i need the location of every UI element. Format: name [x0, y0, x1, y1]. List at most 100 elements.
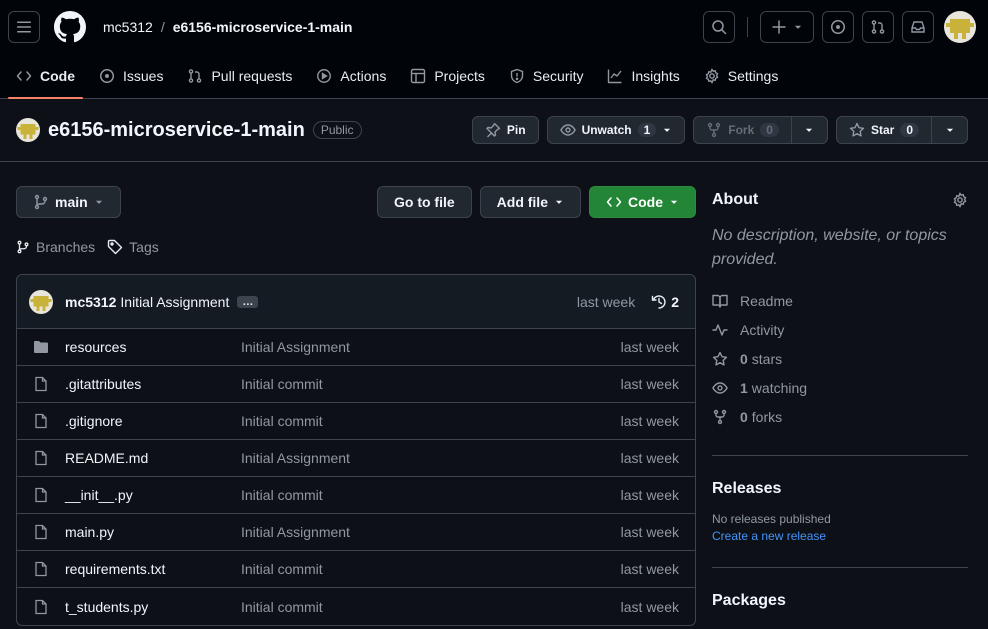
star-label: Star	[870, 123, 895, 137]
about-header: About	[712, 186, 968, 214]
add-file-button[interactable]: Add file	[479, 186, 581, 218]
issues-button[interactable]	[822, 11, 854, 43]
star-icon	[849, 122, 865, 137]
code-label: Code	[628, 194, 663, 210]
tab-security[interactable]: Security	[501, 53, 592, 98]
watching-count: 1	[740, 379, 748, 396]
stars-label: stars	[751, 350, 783, 367]
visibility-badge: Public	[312, 121, 362, 139]
owner-link[interactable]: mc5312	[103, 19, 153, 35]
star-icon	[712, 351, 728, 366]
file-commit-time: last week	[620, 561, 679, 577]
file-row: t_students.py Initial commit last week	[17, 588, 695, 625]
file-commit-message[interactable]: Initial Assignment	[241, 450, 350, 466]
inbox-button[interactable]	[902, 11, 934, 43]
pull-requests-button[interactable]	[862, 11, 894, 43]
file-icon	[33, 487, 49, 503]
tab-insights[interactable]: Insights	[599, 53, 687, 98]
file-name[interactable]: main.py	[65, 524, 241, 540]
tab-label: Settings	[727, 67, 779, 84]
branch-name: main	[55, 194, 88, 210]
file-commit-message[interactable]: Initial commit	[241, 413, 323, 429]
star-count: 0	[900, 123, 919, 137]
github-logo-icon[interactable]	[54, 11, 86, 43]
code-icon	[606, 197, 622, 207]
file-commit-message[interactable]: Initial commit	[241, 561, 323, 577]
tab-code[interactable]: Code	[8, 53, 83, 99]
search-button[interactable]	[703, 11, 735, 43]
go-to-file-label: Go to file	[393, 194, 455, 210]
global-header: mc5312 / e6156-microservice-1-main	[0, 0, 988, 54]
branch-icon	[34, 194, 48, 210]
header-divider	[747, 17, 748, 37]
create-release-link[interactable]: Create a new release	[712, 529, 968, 543]
gear-icon	[705, 67, 719, 84]
commit-expand-button[interactable]: …	[237, 295, 259, 308]
tab-issues[interactable]: Issues	[91, 53, 171, 98]
book-icon	[712, 294, 728, 308]
commit-message[interactable]: Initial Assignment	[120, 294, 229, 310]
file-commit-message[interactable]: Initial commit	[241, 599, 323, 615]
branches-link[interactable]: Branches	[16, 239, 95, 255]
repo-title[interactable]: e6156-microservice-1-main	[48, 119, 305, 142]
file-name[interactable]: .gitattributes	[65, 376, 241, 392]
file-name[interactable]: t_students.py	[65, 599, 241, 615]
file-commit-time: last week	[620, 598, 679, 615]
unwatch-button[interactable]: Unwatch 1	[546, 116, 686, 144]
star-dropdown-button[interactable]	[932, 116, 968, 144]
branch-selector[interactable]: main	[16, 186, 121, 218]
tags-link[interactable]: Tags	[107, 239, 159, 255]
pull-request-icon	[871, 20, 885, 34]
go-to-file-button[interactable]: Go to file	[376, 186, 472, 218]
code-icon	[16, 70, 32, 81]
tab-pull-requests[interactable]: Pull requests	[179, 53, 300, 98]
folder-icon	[33, 339, 49, 355]
breadcrumb: mc5312 / e6156-microservice-1-main	[103, 19, 352, 35]
user-avatar[interactable]	[944, 11, 976, 43]
forks-link[interactable]: 0 forks	[712, 402, 968, 431]
menu-button[interactable]	[8, 11, 40, 43]
releases-title[interactable]: Releases	[712, 480, 968, 498]
file-commit-message[interactable]: Initial Assignment	[241, 524, 350, 540]
stars-link[interactable]: 0 stars	[712, 344, 968, 373]
gear-icon[interactable]	[952, 192, 968, 208]
tab-actions[interactable]: Actions	[308, 53, 394, 98]
tab-label: Code	[40, 67, 75, 84]
file-commit-message[interactable]: Initial commit	[241, 487, 323, 503]
fork-dropdown-button[interactable]	[791, 116, 828, 144]
commit-history-link[interactable]: 2	[651, 294, 679, 310]
file-commit-message[interactable]: Initial commit	[241, 376, 323, 392]
packages-title[interactable]: Packages	[712, 592, 968, 610]
owner-avatar[interactable]	[16, 118, 40, 142]
commit-author-avatar[interactable]	[29, 289, 53, 314]
stars-count: 0	[740, 350, 748, 367]
eye-icon	[559, 124, 576, 136]
tab-projects[interactable]: Projects	[402, 53, 493, 98]
main-column: main Go to file Add file Code Branches T…	[16, 186, 696, 626]
fork-button[interactable]: Fork 0	[693, 116, 792, 144]
pin-button[interactable]: Pin	[471, 116, 539, 144]
star-button[interactable]: Star 0	[835, 116, 932, 144]
activity-link[interactable]: Activity	[712, 315, 968, 344]
readme-link[interactable]: Readme	[712, 286, 968, 315]
watching-label: watching	[751, 379, 808, 396]
repo-link[interactable]: e6156-microservice-1-main	[173, 19, 353, 35]
commit-author[interactable]: mc5312	[65, 294, 116, 310]
sidebar-divider	[712, 567, 968, 568]
code-button[interactable]: Code	[589, 186, 696, 218]
file-name[interactable]: README.md	[65, 450, 241, 466]
tab-label: Actions	[340, 67, 387, 84]
create-new-button[interactable]	[760, 11, 814, 43]
file-commit-message[interactable]: Initial Assignment	[241, 339, 350, 355]
pulse-icon	[712, 323, 728, 336]
file-name[interactable]: resources	[65, 339, 241, 355]
file-name[interactable]: requirements.txt	[65, 561, 241, 577]
pin-icon	[486, 123, 501, 138]
caret-down-icon	[664, 128, 671, 132]
inbox-icon	[911, 21, 925, 33]
tab-settings[interactable]: Settings	[696, 53, 787, 98]
watching-link[interactable]: 1 watching	[712, 373, 968, 402]
issue-icon	[100, 68, 114, 83]
file-name[interactable]: .gitignore	[65, 413, 241, 429]
file-name[interactable]: __init__.py	[65, 487, 241, 503]
